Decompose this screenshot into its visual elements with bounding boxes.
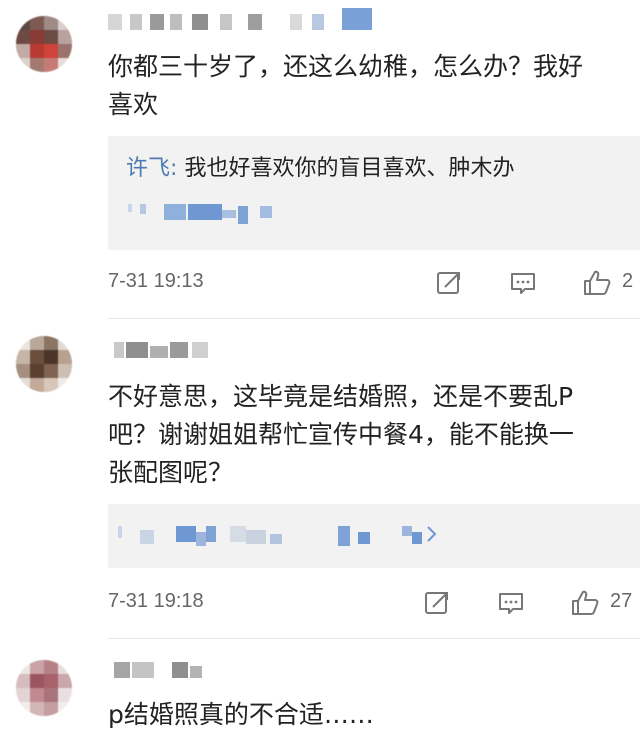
timestamp: 7-31 19:13 xyxy=(108,270,204,292)
comment-text: 你都三十岁了，还这么幼稚，怎么办？我好 喜欢 xyxy=(108,48,640,124)
reply-author[interactable]: 许飞 xyxy=(126,156,170,181)
avatar[interactable] xyxy=(16,16,72,72)
comment-text-line: 你都三十岁了，还这么幼稚，怎么办？我好 xyxy=(108,52,584,81)
comment-icon[interactable] xyxy=(508,268,538,298)
like-count: 2 xyxy=(622,270,634,292)
reply-more-blurred[interactable] xyxy=(118,526,456,546)
comment-meta: 7-31 19:18 27 xyxy=(108,590,640,620)
comment-text: 不好意思，这毕竟是结婚照，还是不要乱P 吧？谢谢姐姐帮忙宣传中餐4，能不能换一 … xyxy=(108,378,640,492)
reply-content: 我也好喜欢你的盲目喜欢、肿木办 xyxy=(184,156,515,181)
username-blurred[interactable] xyxy=(108,8,388,32)
avatar[interactable] xyxy=(16,660,72,716)
reply-box[interactable]: 许飞: 我也好喜欢你的盲目喜欢、肿木办 xyxy=(108,136,640,250)
reply-line: 许飞: 我也好喜欢你的盲目喜欢、肿木办 xyxy=(126,154,514,184)
reply-more-blurred[interactable] xyxy=(126,204,326,224)
reply-box[interactable] xyxy=(108,504,640,568)
comment-3: p结婚照真的不合适…… xyxy=(0,638,640,735)
thumbs-up-icon[interactable] xyxy=(582,268,612,298)
comment-icon[interactable] xyxy=(496,588,526,618)
comment-text-line: 不好意思，这毕竟是结婚照，还是不要乱P xyxy=(108,382,574,411)
comment-meta: 7-31 19:13 2 xyxy=(108,270,640,300)
comment-text: p结婚照真的不合适…… xyxy=(108,696,640,734)
thumbs-up-icon[interactable] xyxy=(570,588,600,618)
comment-2: 不好意思，这毕竟是结婚照，还是不要乱P 吧？谢谢姐姐帮忙宣传中餐4，能不能换一 … xyxy=(0,318,640,638)
share-icon[interactable] xyxy=(434,268,464,298)
like-count: 27 xyxy=(610,590,633,612)
comment-text-line: p结婚照真的不合适…… xyxy=(108,700,374,729)
username-blurred[interactable] xyxy=(108,342,218,360)
reply-separator: : xyxy=(170,156,178,181)
username-blurred[interactable] xyxy=(108,662,218,680)
timestamp: 7-31 19:18 xyxy=(108,590,204,612)
comment-text-line: 吧？谢谢姐姐帮忙宣传中餐4，能不能换一 xyxy=(108,420,574,449)
comment-text-line: 张配图呢？ xyxy=(108,458,234,487)
chevron-right-icon[interactable] xyxy=(424,524,440,544)
share-icon[interactable] xyxy=(422,588,452,618)
comment-text-line: 喜欢 xyxy=(108,90,159,119)
avatar[interactable] xyxy=(16,336,72,392)
comment-1: 你都三十岁了，还这么幼稚，怎么办？我好 喜欢 许飞: 我也好喜欢你的盲目喜欢、肿… xyxy=(0,0,640,318)
